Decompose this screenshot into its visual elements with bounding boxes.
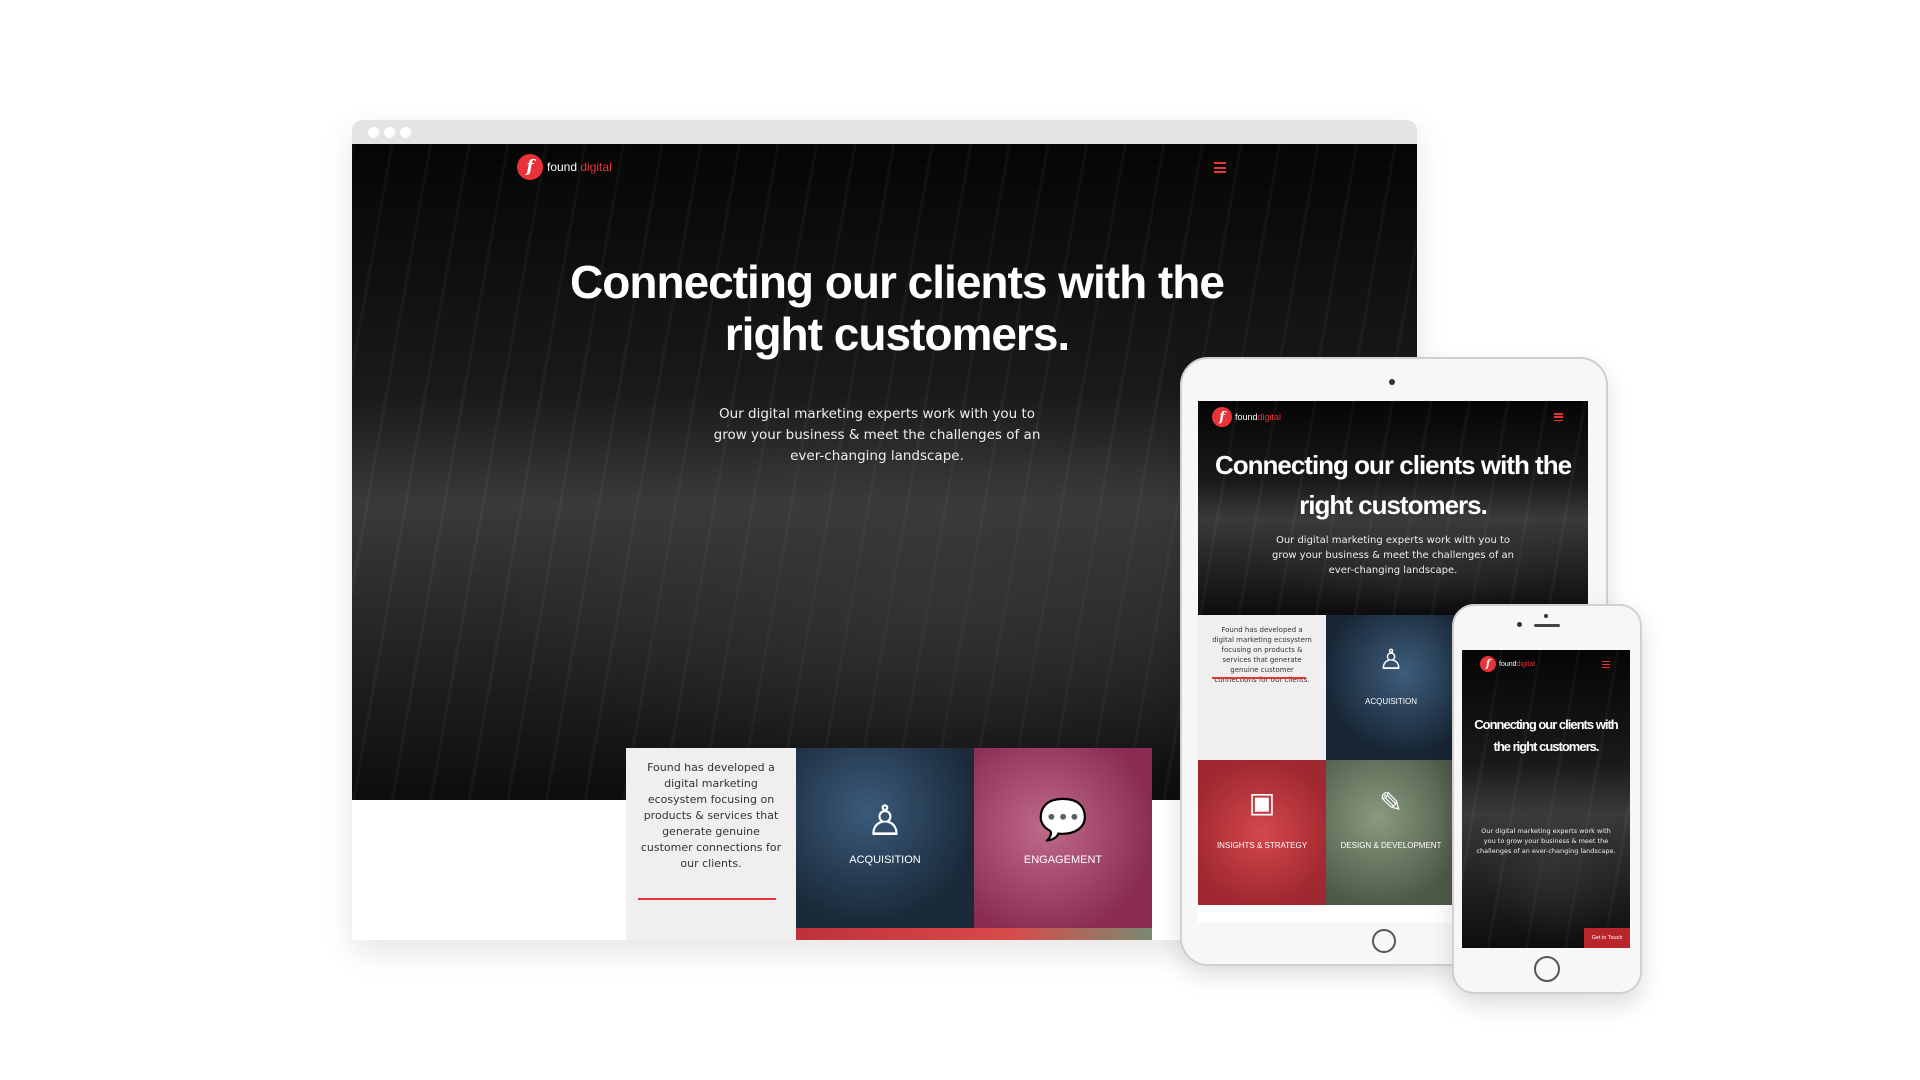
tablet-camera [1389, 379, 1395, 385]
window-dot-1[interactable] [368, 127, 379, 138]
hero-title: Connecting our clients with the right cu… [1474, 717, 1618, 754]
tile-engagement[interactable]: 💬 ENGAGEMENT [974, 748, 1152, 928]
hero-subtitle: Our digital marketing experts work with … [713, 406, 1041, 464]
site-logo[interactable]: f founddigital [1212, 407, 1281, 427]
phone-camera [1517, 622, 1522, 627]
intro-divider [1212, 677, 1306, 679]
tablet-home-button[interactable] [1372, 929, 1396, 953]
logo-word-found: found [1499, 660, 1517, 668]
logo-word-digital: digital [580, 160, 612, 174]
tile-design-development[interactable]: ✎ DESIGN & DEVELOPMENT [1326, 760, 1456, 905]
phone-home-button[interactable] [1534, 956, 1560, 982]
hamburger-menu-icon[interactable] [1554, 413, 1563, 421]
logo-mark-icon: f [1480, 656, 1496, 672]
intro-text: Found has developed a digital marketing … [1212, 626, 1312, 684]
presentation-board-icon: ▣ [1248, 786, 1276, 819]
tile-label-insights: INSIGHTS & STRATEGY [1216, 841, 1308, 850]
intro-tile: Found has developed a digital marketing … [1198, 615, 1326, 760]
person-dollar-icon: ♙ [866, 796, 904, 845]
hero-title: Connecting our clients with the right cu… [1214, 450, 1572, 520]
logo-word-digital: digital [1257, 412, 1282, 422]
person-dollar-icon: ♙ [1378, 643, 1404, 676]
intro-divider [638, 898, 776, 900]
get-in-touch-button[interactable]: Get in Touch [1584, 928, 1630, 948]
window-dot-3[interactable] [400, 127, 411, 138]
hamburger-menu-icon[interactable] [1214, 162, 1226, 173]
phone-mockup: f founddigital Connecting our clients wi… [1452, 604, 1642, 994]
chat-bubbles-icon: 💬 [1038, 797, 1088, 843]
hamburger-menu-icon[interactable] [1602, 661, 1610, 668]
logo-mark-icon: f [517, 154, 543, 180]
logo-wordmark: founddigital [1499, 661, 1535, 668]
site-logo[interactable]: f found digital [517, 154, 612, 180]
logo-wordmark: found digital [547, 160, 612, 174]
tile-label-acquisition: ACQUISITION [1364, 697, 1417, 706]
next-tiles-preview [796, 928, 1152, 940]
logo-wordmark: founddigital [1235, 412, 1281, 422]
window-dot-2[interactable] [384, 127, 395, 138]
intro-tile: Found has developed a digital marketing … [626, 748, 796, 940]
hero-subtitle: Our digital marketing experts work with … [1476, 827, 1616, 855]
phone-sensor [1544, 614, 1548, 618]
phone-hero-section: f founddigital Connecting our clients wi… [1462, 650, 1630, 948]
hero-title: Connecting our clients with the right cu… [570, 256, 1225, 360]
browser-title-bar [352, 120, 1417, 144]
phone-speaker [1534, 624, 1560, 627]
intro-text: Found has developed a digital marketing … [640, 761, 782, 870]
tile-label-design: DESIGN & DEVELOPMENT [1340, 841, 1442, 850]
phone-screen: f founddigital Connecting our clients wi… [1462, 650, 1630, 948]
logo-word-found: found [547, 160, 578, 174]
tablet-hero-section: f founddigital Connecting our clients wi… [1198, 401, 1588, 615]
logo-word-digital: digital [1516, 660, 1535, 668]
site-logo[interactable]: f founddigital [1480, 656, 1535, 672]
logo-word-found: found [1235, 412, 1258, 422]
tile-label-engagement: ENGAGEMENT [1023, 854, 1103, 866]
logo-mark-icon: f [1212, 407, 1232, 427]
pencil-edit-icon: ✎ [1379, 786, 1403, 819]
tile-acquisition[interactable]: ♙ ACQUISITION [1326, 615, 1456, 760]
service-tiles: Found has developed a digital marketing … [626, 748, 1152, 940]
tile-acquisition[interactable]: ♙ ACQUISITION [796, 748, 974, 928]
hero-subtitle: Our digital marketing experts work with … [1271, 535, 1515, 576]
tile-insights-strategy[interactable]: ▣ INSIGHTS & STRATEGY [1198, 760, 1326, 905]
tile-label-acquisition: ACQUISITION [849, 854, 921, 866]
